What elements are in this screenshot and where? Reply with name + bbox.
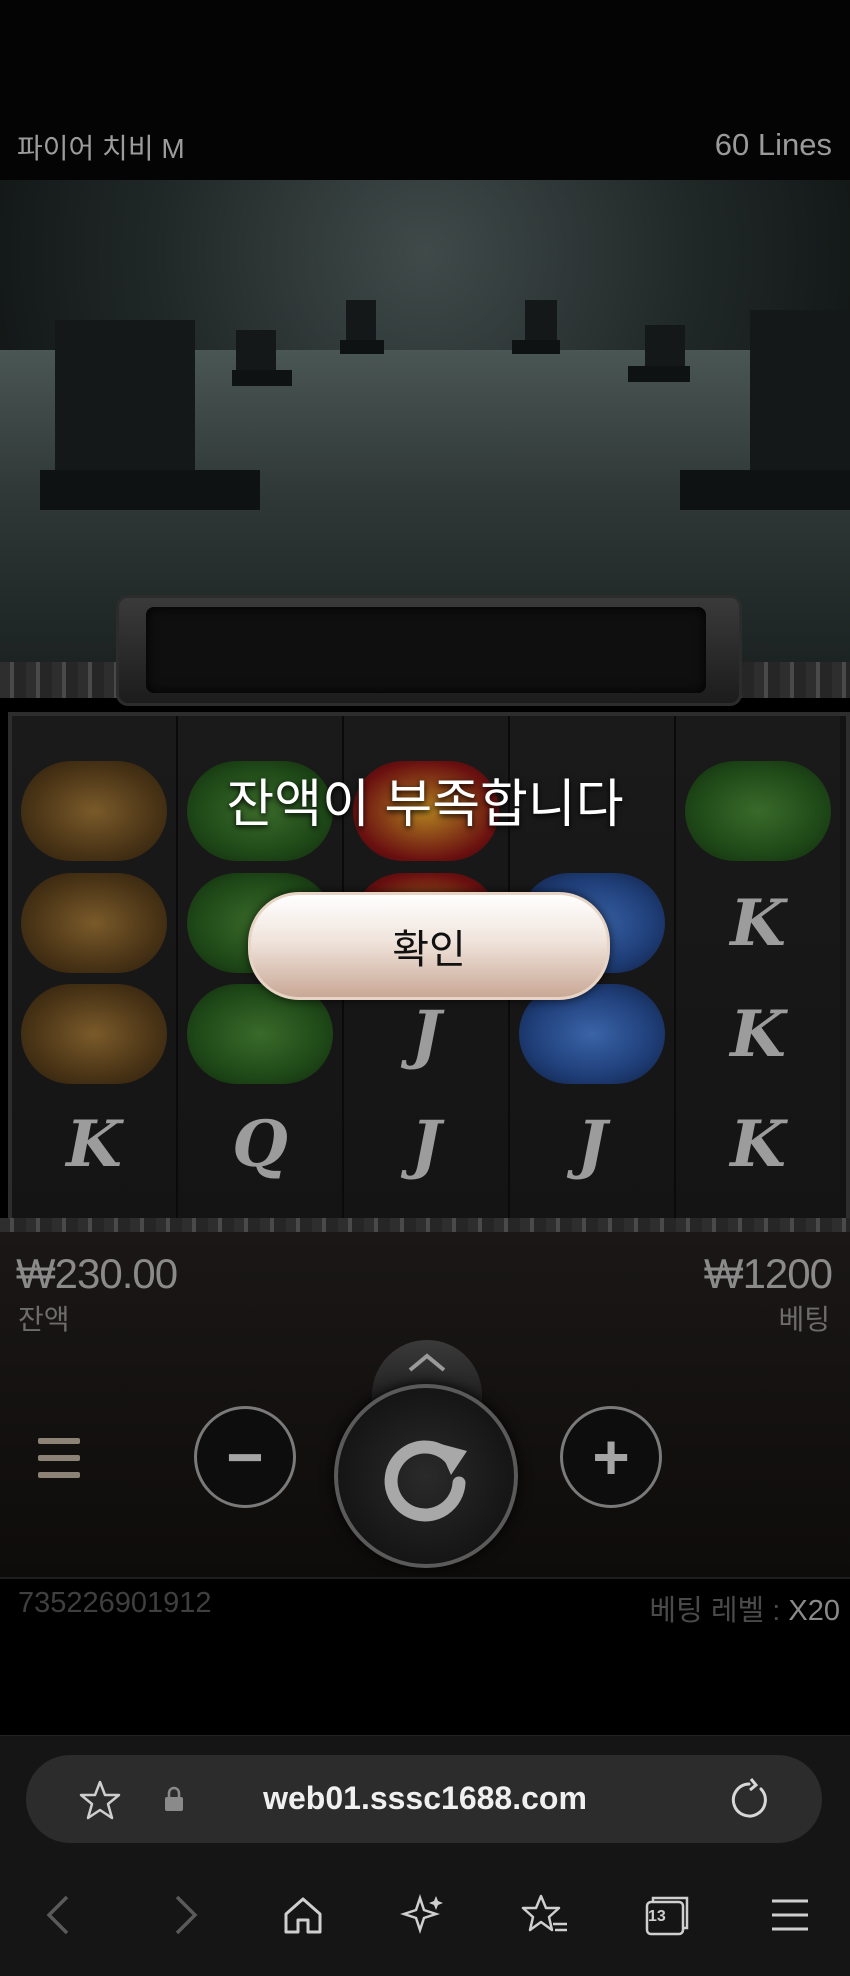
ship-right bbox=[680, 470, 850, 510]
home-button[interactable] bbox=[268, 1880, 338, 1950]
bet-label: 베팅 bbox=[778, 1304, 830, 1335]
straw-armor-symbol bbox=[21, 873, 167, 973]
bet-level: 베팅 레벨 : X20 bbox=[649, 1587, 840, 1629]
increase-bet-button[interactable]: + bbox=[560, 1406, 662, 1508]
plus-icon: + bbox=[592, 1421, 630, 1493]
balance-value: ₩230.00 bbox=[16, 1250, 178, 1297]
bet-level-value: X20 bbox=[788, 1595, 840, 1627]
back-arrow-icon bbox=[46, 1895, 69, 1935]
ai-sparkle-button[interactable] bbox=[388, 1880, 458, 1950]
menu-icon bbox=[772, 1899, 808, 1931]
game-header: 파이어 치비 M 60 Lines bbox=[0, 0, 850, 180]
ship-sail bbox=[236, 330, 276, 375]
letter-j-symbol: J bbox=[576, 1106, 608, 1182]
lines-count: 60 Lines bbox=[714, 127, 832, 162]
ship-sail bbox=[525, 300, 557, 342]
balance-label: 잔액 bbox=[18, 1304, 70, 1335]
ship-left bbox=[40, 470, 260, 510]
minus-icon: − bbox=[226, 1421, 264, 1493]
tabs-button[interactable]: 13 bbox=[632, 1880, 702, 1950]
bet-value: ₩1200 bbox=[703, 1250, 833, 1297]
letter-k-symbol: K bbox=[730, 885, 786, 961]
letter-k-symbol: K bbox=[66, 1106, 122, 1182]
ship-sail bbox=[346, 300, 376, 340]
straw-armor-symbol bbox=[21, 984, 167, 1084]
confirm-button[interactable]: 확인 bbox=[248, 892, 610, 1000]
letter-k-symbol: K bbox=[730, 996, 786, 1072]
ship bbox=[340, 340, 384, 354]
letter-k-symbol: K bbox=[730, 1106, 786, 1182]
ship-sail-right bbox=[750, 310, 850, 480]
spin-button[interactable] bbox=[334, 1384, 518, 1568]
refresh-spin-icon bbox=[384, 1440, 467, 1522]
decrease-bet-button[interactable]: − bbox=[194, 1406, 296, 1508]
forward-button[interactable] bbox=[150, 1880, 220, 1950]
ship bbox=[232, 370, 292, 386]
url-text: web01.sssc1688.com bbox=[263, 1780, 587, 1816]
game-title: 파이어 치비 M bbox=[17, 133, 185, 164]
browser-nav: 13 bbox=[0, 1880, 850, 1950]
chevron-up-icon bbox=[408, 1353, 446, 1372]
back-button[interactable] bbox=[24, 1880, 94, 1950]
ship-sail bbox=[645, 325, 685, 370]
insufficient-balance-message: 잔액이 부족합니다 bbox=[226, 776, 624, 834]
bookmarks-star-list-icon bbox=[521, 1894, 567, 1932]
letter-j-symbol: J bbox=[410, 1106, 442, 1182]
ship bbox=[628, 366, 690, 382]
sparkle-icon bbox=[400, 1894, 443, 1934]
hamburger-menu-icon[interactable] bbox=[38, 1438, 80, 1478]
forward-arrow-icon bbox=[175, 1895, 198, 1935]
letter-q-symbol: Q bbox=[232, 1106, 288, 1182]
game-round-id: 735226901912 bbox=[18, 1587, 212, 1619]
home-icon bbox=[284, 1897, 322, 1934]
win-banner bbox=[146, 607, 706, 693]
ship-sail-left bbox=[55, 320, 195, 480]
bookmarks-button[interactable] bbox=[510, 1880, 580, 1950]
ship bbox=[512, 340, 560, 354]
divider bbox=[0, 1577, 850, 1579]
bet-level-label: 베팅 레벨 : bbox=[649, 1595, 781, 1627]
tab-count: 13 bbox=[648, 1908, 666, 1925]
browser-menu-button[interactable] bbox=[755, 1880, 825, 1950]
